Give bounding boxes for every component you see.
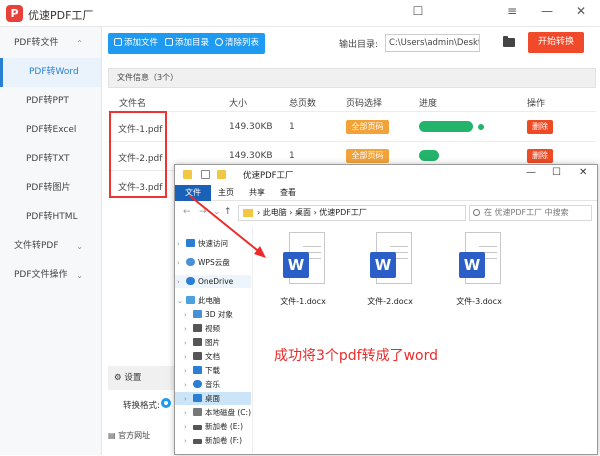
arrow-line	[189, 195, 263, 255]
annotation-arrow	[189, 195, 266, 258]
